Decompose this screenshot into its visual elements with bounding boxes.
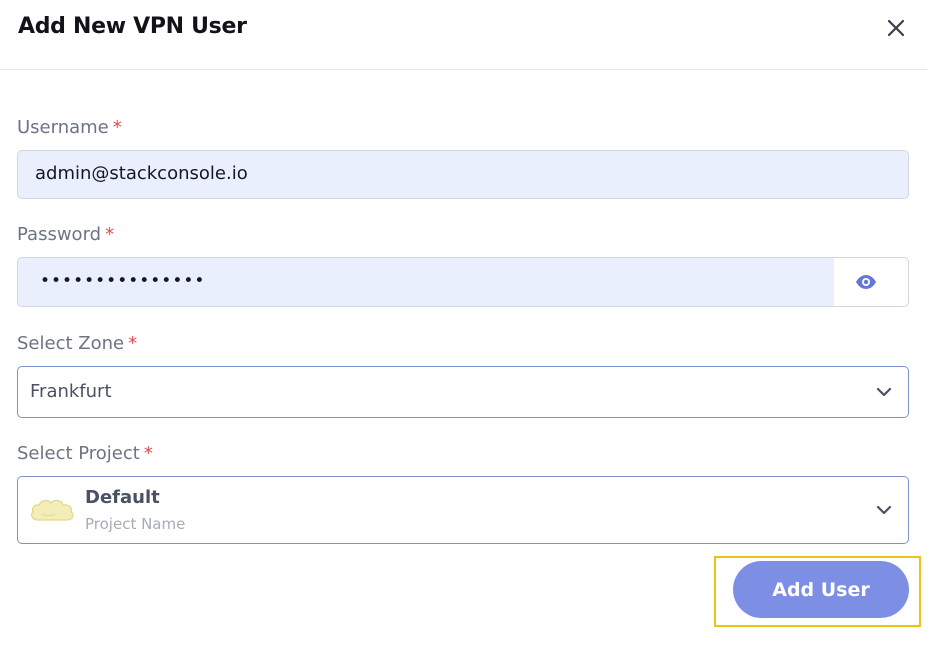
- username-label: Username *: [17, 117, 122, 138]
- zone-dropdown-toggle[interactable]: [874, 382, 894, 402]
- username-field[interactable]: admin@stackconsole.io: [17, 150, 909, 199]
- close-button[interactable]: [880, 12, 912, 44]
- dialog-title: Add New VPN User: [18, 14, 247, 39]
- close-icon: [887, 19, 905, 37]
- toggle-password-visibility[interactable]: [854, 270, 878, 294]
- add-user-button[interactable]: Add User: [733, 561, 909, 618]
- eye-icon: [856, 275, 876, 289]
- zone-selected-value: Frankfurt: [30, 381, 112, 402]
- required-marker: *: [105, 224, 115, 245]
- password-label: Password *: [17, 224, 115, 245]
- project-dropdown-toggle[interactable]: [874, 500, 894, 520]
- required-marker: *: [112, 117, 122, 138]
- username-value: admin@stackconsole.io: [35, 163, 248, 184]
- project-label: Select Project *: [17, 443, 153, 464]
- required-marker: *: [143, 443, 153, 464]
- chevron-down-icon: [876, 387, 892, 397]
- password-value: •••••••••••••••: [40, 271, 206, 291]
- dialog-header: Add New VPN User: [0, 0, 927, 70]
- project-sublabel: Project Name: [85, 515, 186, 533]
- zone-select[interactable]: Frankfurt: [17, 366, 909, 418]
- required-marker: *: [128, 333, 138, 354]
- zone-label: Select Zone *: [17, 333, 138, 354]
- cloud-icon: [31, 499, 74, 521]
- project-select[interactable]: Default Project Name: [17, 476, 909, 544]
- chevron-down-icon: [876, 505, 892, 515]
- password-field[interactable]: •••••••••••••••: [17, 257, 909, 307]
- project-name: Default: [85, 487, 160, 508]
